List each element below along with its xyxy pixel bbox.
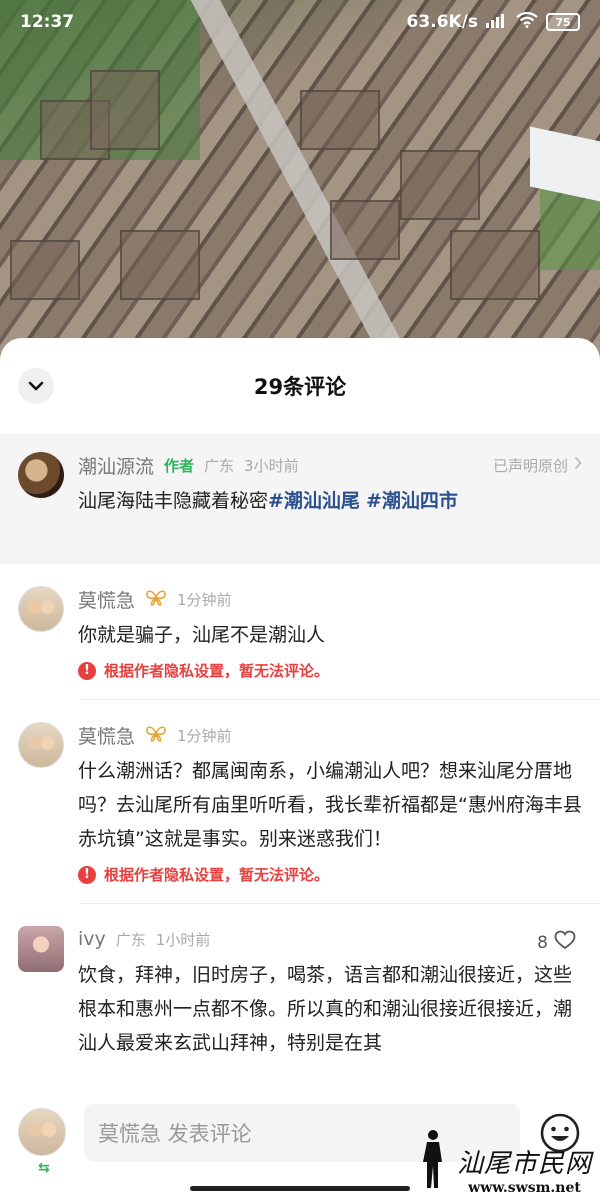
like-button[interactable]: 8 [537,930,576,955]
sheet-title: 29条评论 [253,375,347,399]
status-bar: 12:37 63.6K/s 75 [0,0,600,44]
comment-text: 你就是骗子，汕尾不是潮汕人 [78,624,326,646]
comment-text: 什么潮洲话？都属闽南系，小编潮汕人吧？想来汕尾分厝地吗？去汕尾所有庙里听听看，我… [78,760,582,850]
comments-sheet: 29条评论 潮汕源流 作者 广东 3小时前 已声明原创 汕尾海陆丰隐藏着秘密#潮… [0,338,600,1200]
video-house [300,90,380,150]
network-speed: 63.6K/s [406,12,478,32]
battery-indicator: 75 [546,13,580,31]
avatar[interactable] [18,926,64,972]
commenter-name[interactable]: ivy [78,928,106,950]
chevron-right-icon [574,456,582,474]
watermark-title: 汕尾市民网 [456,1149,592,1179]
comment-name-row: 莫慌急 1分钟前 [78,722,582,748]
author-post-text: 汕尾海陆丰隐藏着秘密#潮汕汕尾 #潮汕四市 [78,484,582,518]
watermark-url: www.swsm.net [468,1180,581,1196]
comment-location: 广东 [115,930,146,949]
comment-text: 饮食，拜神，旧时房子，喝茶，语言都和潮汕很接近，这些根本和惠州一点都不像。所以真… [78,964,573,1054]
author-name[interactable]: 潮汕源流 [78,452,154,479]
chevron-down-icon [27,377,45,396]
original-declared-link[interactable]: 已声明原创 [493,455,582,476]
comment-name-row: ivy 广东 1小时前 [78,926,582,952]
video-house [400,150,480,220]
watermark-text: 汕尾市民网 www.swsm.net [457,1143,592,1196]
like-count: 8 [537,932,548,953]
butterfly-badge-icon [145,588,167,610]
collapse-button[interactable] [18,368,54,404]
comment-content: 莫慌急 1分钟前 什么潮洲话？都属闽南系，小编潮汕人吧？想来汕尾分厝地吗？去汕尾… [78,722,582,885]
warning-icon: ! [78,661,96,680]
video-background[interactable] [0,0,600,380]
author-post-content: 潮汕源流 作者 广东 3小时前 已声明原创 汕尾海陆丰隐藏着秘密#潮汕汕尾 #潮… [78,452,582,564]
comment-time: 1分钟前 [177,590,232,609]
wifi-icon [516,11,538,32]
author-location: 广东 [204,456,235,475]
comment-warning: ! 根据作者隐私设置，暂无法评论。 [78,660,582,681]
video-house [10,240,80,300]
avatar[interactable] [18,586,64,632]
heart-icon [554,930,576,955]
video-house [450,230,540,300]
author-tag: 作者 [164,456,195,475]
commenter-name[interactable]: 莫慌急 [78,722,135,749]
walking-figure-icon [413,1128,453,1196]
switch-account-icon[interactable]: ⇆ [38,1160,50,1176]
video-house [90,70,160,150]
status-right-group: 63.6K/s 75 [406,11,580,32]
hashtag-link[interactable]: #潮汕四市 [366,490,458,512]
comment-item[interactable]: 莫慌急 1分钟前 你就是骗子，汕尾不是潮汕人 ! 根据作者隐私设置，暂无法评论。 [0,564,600,681]
video-house [120,230,200,300]
author-post-body: 汕尾海陆丰隐藏着秘密 [78,490,269,512]
comment-time: 1小时前 [155,930,211,949]
comment-content: 莫慌急 1分钟前 你就是骗子，汕尾不是潮汕人 ! 根据作者隐私设置，暂无法评论。 [78,586,582,681]
status-time: 12:37 [20,12,75,32]
comment-item[interactable]: ivy 广东 1小时前 饮食，拜神，旧时房子，喝茶，语言都和潮汕很接近，这些根本… [0,904,600,1060]
comment-name-row: 莫慌急 1分钟前 [78,586,582,612]
comment-time: 1分钟前 [177,726,232,745]
hashtag-link[interactable]: #潮汕汕尾 [268,490,360,512]
warning-icon: ! [78,865,96,884]
comment-warning: ! 根据作者隐私设置，暂无法评论。 [78,864,582,885]
commenter-name[interactable]: 莫慌急 [78,586,135,613]
my-avatar-wrap[interactable]: ⇆ [18,1108,66,1176]
comment-item[interactable]: 莫慌急 1分钟前 什么潮洲话？都属闽南系，小编潮汕人吧？想来汕尾分厝地吗？去汕尾… [0,700,600,885]
butterfly-badge-icon [145,724,167,746]
author-time: 3小时前 [244,456,299,475]
author-post[interactable]: 潮汕源流 作者 广东 3小时前 已声明原创 汕尾海陆丰隐藏着秘密#潮汕汕尾 #潮… [0,434,600,564]
avatar[interactable] [18,452,64,498]
warning-text: 根据作者隐私设置，暂无法评论。 [104,662,330,680]
home-indicator[interactable] [190,1186,410,1191]
signal-icon [486,12,508,32]
author-name-row: 潮汕源流 作者 广东 3小时前 已声明原创 [78,452,582,478]
comment-content: ivy 广东 1小时前 饮食，拜神，旧时房子，喝茶，语言都和潮汕很接近，这些根本… [78,926,582,1060]
watermark: 汕尾市民网 www.swsm.net [413,1128,592,1196]
sheet-header: 29条评论 [0,338,600,434]
warning-text: 根据作者隐私设置，暂无法评论。 [104,866,330,884]
original-declared-label: 已声明原创 [492,456,568,475]
avatar[interactable] [18,722,64,768]
video-road [180,0,401,351]
video-house [330,200,400,260]
avatar[interactable] [18,1108,66,1156]
